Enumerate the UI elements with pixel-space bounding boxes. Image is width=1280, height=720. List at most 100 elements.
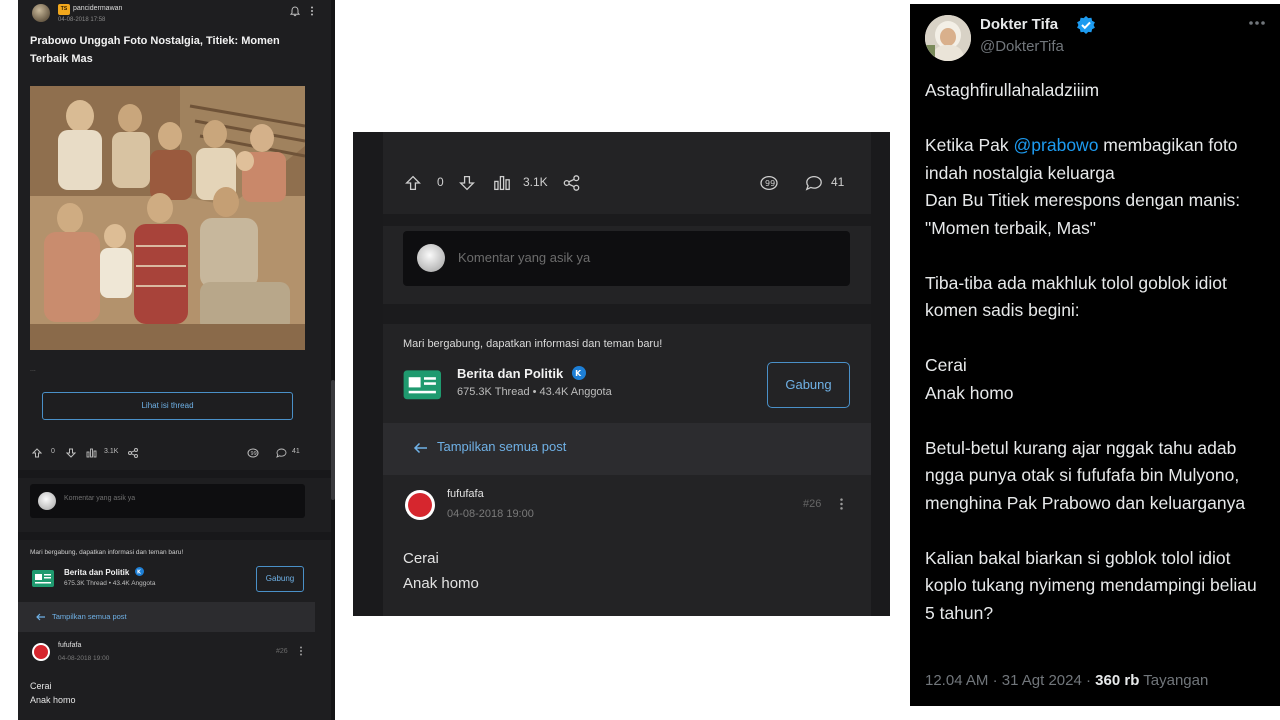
comment-placeholder: Komentar yang asik ya bbox=[64, 495, 136, 502]
community-icon[interactable] bbox=[32, 568, 56, 588]
section-divider bbox=[383, 304, 871, 324]
comment-count: 41 bbox=[292, 448, 300, 455]
kebab-icon[interactable] bbox=[839, 497, 844, 511]
community-icon[interactable] bbox=[403, 367, 445, 401]
community-meta: 675.3K Thread • 43.4K Anggota bbox=[457, 386, 612, 398]
join-prompt: Mari bergabung, dapatkan informasi dan t… bbox=[403, 338, 663, 350]
comment-input[interactable]: Komentar yang asik ya bbox=[30, 484, 305, 518]
community-member-count: 43.4K Anggota bbox=[112, 580, 156, 587]
tweet-paragraph: Betul-betul kurang ajar nggak tahu adab … bbox=[925, 437, 1246, 513]
section-divider bbox=[18, 532, 331, 540]
view-count: 3.1K bbox=[523, 175, 548, 189]
views-count: 360 rb bbox=[1095, 672, 1140, 689]
reply-date: 04-08-2018 19:00 bbox=[447, 508, 534, 520]
verified-icon bbox=[1076, 15, 1096, 35]
upvote-count: 0 bbox=[437, 175, 444, 189]
zoomed-thread-panel: 0 3.1K 99 41 Komentar yang asik ya Mari … bbox=[353, 132, 890, 616]
user-avatar bbox=[38, 492, 56, 510]
view-thread-button[interactable]: Lihat isi thread bbox=[42, 392, 293, 420]
reply-text: Cerai Anak homo bbox=[403, 546, 479, 596]
show-all-posts-bar[interactable]: Tampilkan semua post bbox=[383, 423, 871, 475]
community-thread-count: 675.3K Thread bbox=[457, 386, 530, 398]
tweet-meta: 12.04 AM · 31 Agt 2024 · 360 rb Tayangan bbox=[925, 672, 1208, 689]
display-name[interactable]: Dokter Tifa bbox=[980, 16, 1058, 33]
meta-separator: · bbox=[1085, 672, 1091, 689]
upvote-icon[interactable] bbox=[32, 448, 42, 458]
show-all-posts-label: Tampilkan semua post bbox=[437, 439, 567, 454]
tweet-date[interactable]: 31 Agt 2024 bbox=[1002, 672, 1082, 689]
show-all-posts-label: Tampilkan semua post bbox=[52, 612, 127, 621]
user-handle[interactable]: @DokterTifa bbox=[980, 38, 1064, 55]
more-icon[interactable] bbox=[1248, 20, 1266, 26]
thread-stats-bar: 0 3.1K 99 41 bbox=[405, 172, 865, 194]
views-label: Tayangan bbox=[1143, 672, 1209, 689]
reply-post-number[interactable]: #26 bbox=[803, 498, 821, 510]
back-arrow-icon bbox=[36, 613, 46, 621]
family-photo bbox=[30, 86, 305, 350]
scrollbar-track[interactable] bbox=[331, 0, 335, 720]
reply-avatar[interactable] bbox=[405, 490, 435, 520]
reply-post-number[interactable]: #26 bbox=[276, 648, 288, 655]
post-date: 04-08-2018 17:58 bbox=[58, 17, 106, 23]
reply-username[interactable]: fufufafa bbox=[447, 488, 484, 500]
tweet-time[interactable]: 12.04 AM bbox=[925, 672, 988, 689]
content-ellipsis: ... bbox=[30, 366, 36, 373]
thread-author-header: TS pancidermawan 04-08-2018 17:58 bbox=[32, 4, 322, 24]
join-community-button[interactable]: Gabung bbox=[767, 362, 850, 408]
show-all-posts-bar[interactable]: Tampilkan semua post bbox=[18, 602, 315, 632]
comment-icon[interactable] bbox=[276, 448, 287, 458]
upvote-icon[interactable] bbox=[405, 175, 421, 191]
tweet-paragraph: Ketika Pak @prabowo membagikan foto inda… bbox=[925, 135, 1241, 238]
community-member-count: 43.4K Anggota bbox=[539, 386, 612, 398]
bell-icon[interactable] bbox=[290, 6, 300, 17]
reply-avatar[interactable] bbox=[32, 643, 50, 661]
reply-date: 04-08-2018 19:00 bbox=[58, 655, 110, 662]
share-icon[interactable] bbox=[128, 448, 138, 458]
author-username[interactable]: pancidermawan bbox=[73, 5, 122, 12]
profile-avatar[interactable] bbox=[925, 15, 971, 61]
kaskus-thread-panel: TS pancidermawan 04-08-2018 17:58 Prabow… bbox=[18, 0, 335, 720]
reply-text: Cerai Anak homo bbox=[30, 679, 76, 707]
kebab-icon[interactable] bbox=[299, 646, 303, 656]
meta-separator: · bbox=[992, 672, 998, 689]
user-avatar bbox=[417, 244, 445, 272]
downvote-icon[interactable] bbox=[459, 175, 475, 191]
thread-stats-bar: 0 3.1K 99 41 bbox=[32, 446, 317, 462]
reply-line: Anak homo bbox=[403, 575, 479, 592]
views-icon bbox=[86, 448, 97, 458]
mention-link[interactable]: @prabowo bbox=[1014, 135, 1099, 155]
comment-placeholder: Komentar yang asik ya bbox=[458, 250, 591, 265]
kebab-icon[interactable] bbox=[310, 6, 314, 16]
join-prompt: Mari bergabung, dapatkan informasi dan t… bbox=[30, 549, 184, 556]
community-badge-icon: K bbox=[134, 567, 144, 576]
community-name[interactable]: Berita dan Politik K bbox=[64, 567, 144, 577]
community-meta: 675.3K Thread • 43.4K Anggota bbox=[64, 580, 156, 587]
reply-line: Anak homo bbox=[30, 695, 76, 705]
svg-text:99: 99 bbox=[251, 451, 257, 457]
quote-icon[interactable]: 99 bbox=[759, 175, 779, 191]
comment-icon[interactable] bbox=[805, 175, 823, 191]
views-icon bbox=[493, 175, 511, 191]
comment-input[interactable]: Komentar yang asik ya bbox=[403, 231, 850, 286]
reply-line: Cerai bbox=[403, 550, 439, 567]
community-name[interactable]: Berita dan Politik K bbox=[457, 366, 586, 381]
reply-username[interactable]: fufufafa bbox=[58, 642, 81, 649]
join-community-button[interactable]: Gabung bbox=[256, 566, 304, 592]
upvote-count: 0 bbox=[51, 448, 55, 455]
author-avatar[interactable] bbox=[32, 4, 50, 22]
downvote-icon[interactable] bbox=[66, 448, 76, 458]
svg-text:99: 99 bbox=[765, 179, 775, 188]
scrollbar-thumb[interactable] bbox=[331, 380, 335, 500]
thread-title[interactable]: Prabowo Unggah Foto Nostalgia, Titiek: M… bbox=[30, 32, 320, 68]
comment-count: 41 bbox=[831, 175, 845, 189]
tweet-paragraph: Astaghfirullahaladziiim bbox=[925, 80, 1100, 100]
community-thread-count: 675.3K Thread bbox=[64, 580, 107, 587]
share-icon[interactable] bbox=[563, 175, 580, 191]
quote-icon[interactable]: 99 bbox=[247, 448, 259, 458]
tweet-paragraph: Kalian bakal biarkan si goblok tolol idi… bbox=[925, 547, 1257, 623]
svg-text:K: K bbox=[575, 369, 582, 378]
ts-badge: TS bbox=[58, 4, 70, 15]
view-count: 3.1K bbox=[104, 448, 119, 455]
back-arrow-icon bbox=[413, 442, 429, 454]
reply-line: Cerai bbox=[30, 681, 52, 691]
